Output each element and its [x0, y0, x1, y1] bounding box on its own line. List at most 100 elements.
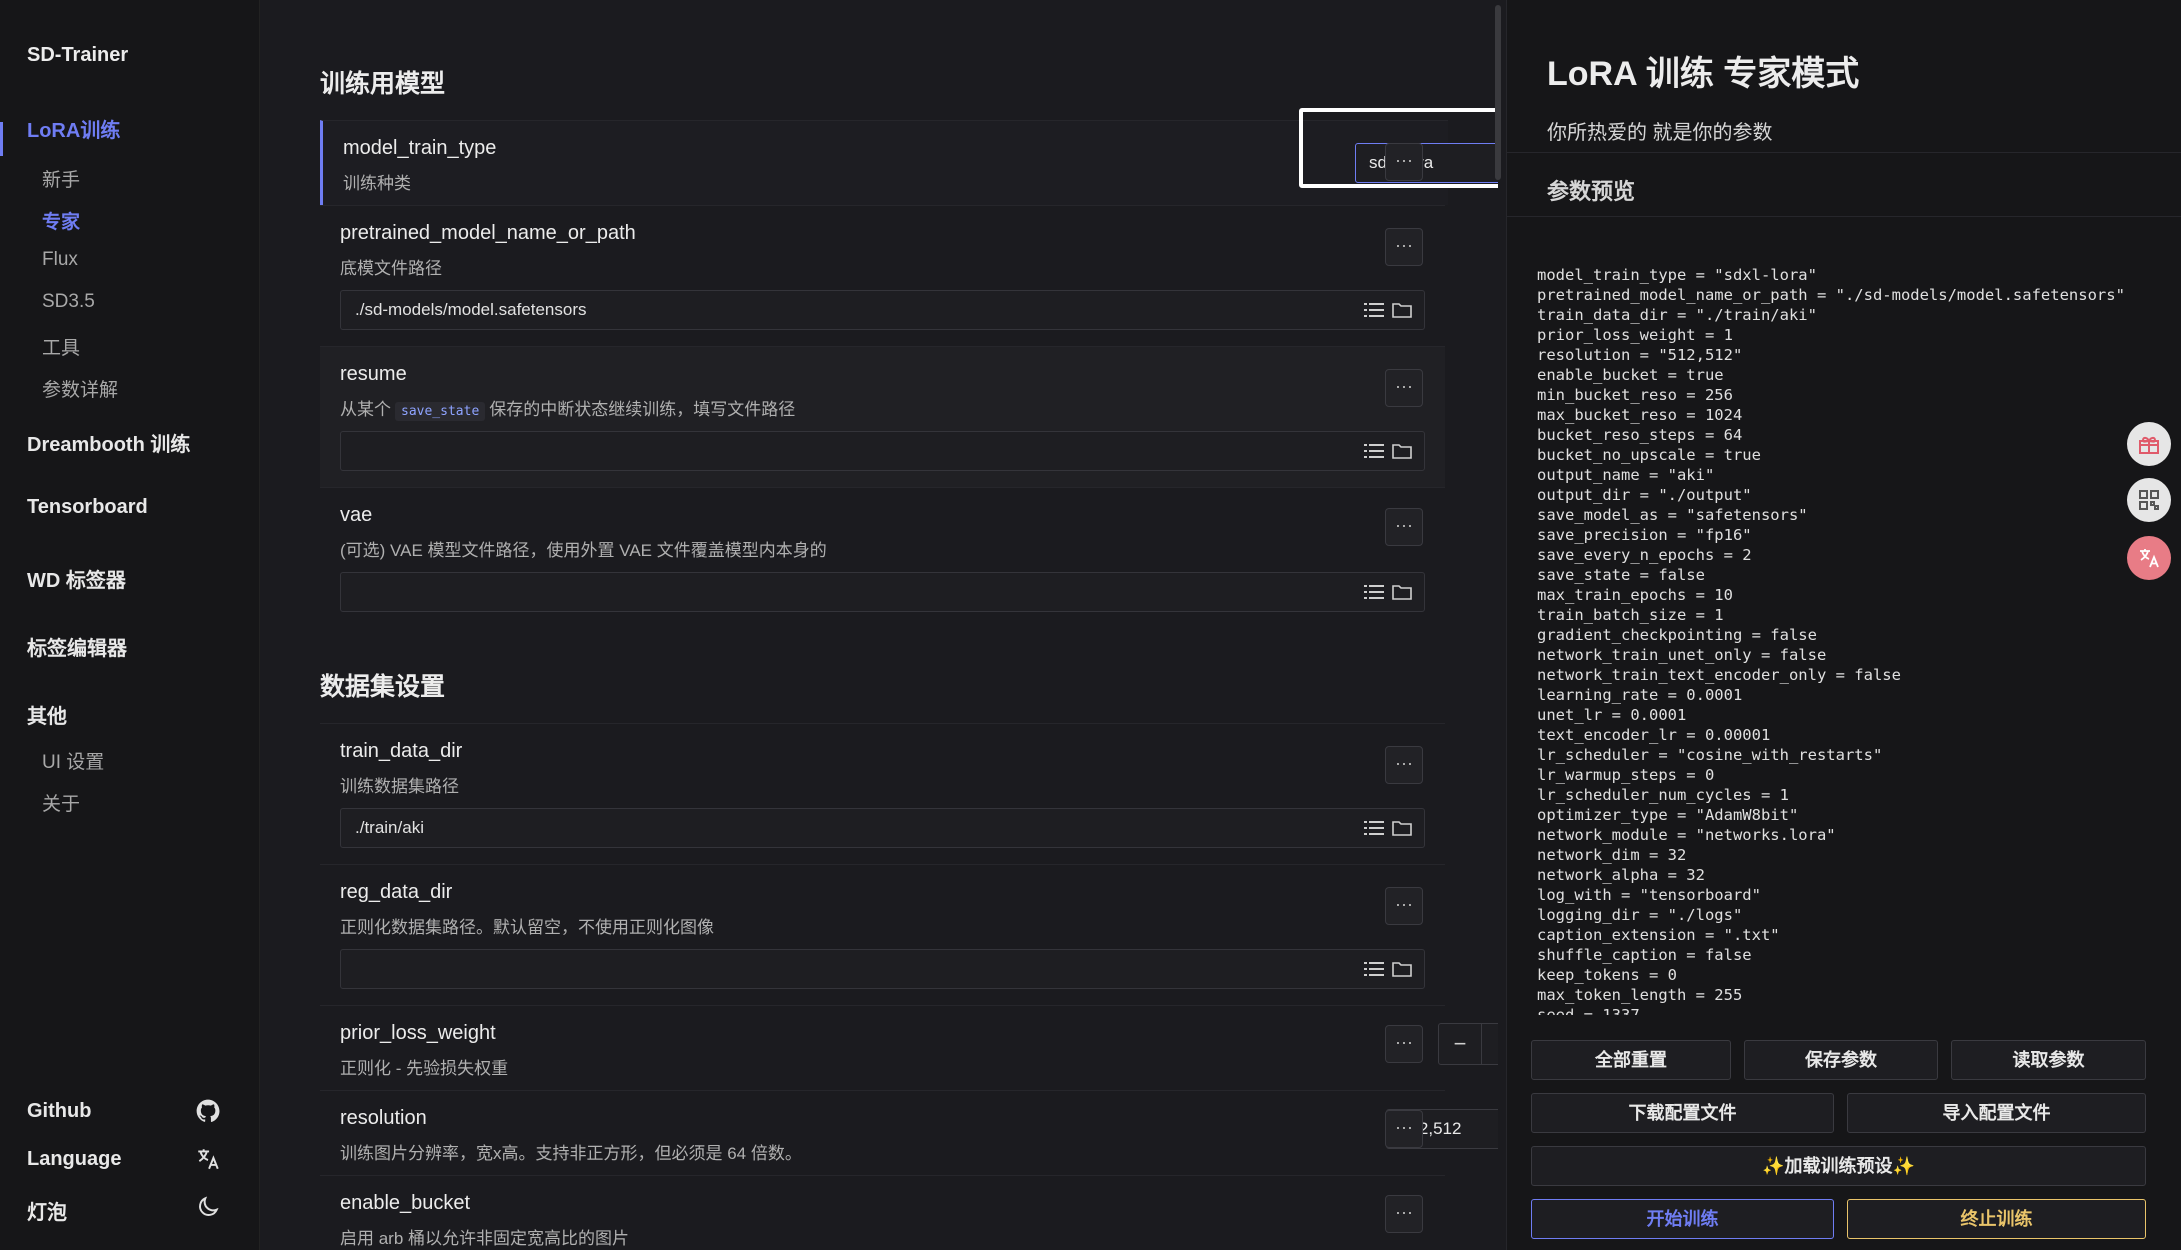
- translate-float-button[interactable]: [2127, 536, 2171, 580]
- stop-training-button[interactable]: 终止训练: [1847, 1199, 2146, 1239]
- code-line: bucket_no_upscale = true: [1537, 446, 1761, 464]
- code-line: lr_warmup_steps = 0: [1537, 766, 1715, 784]
- param-desc: 正则化 - 先验损失权重: [340, 1059, 509, 1078]
- code-line: logging_dir = "./logs": [1537, 906, 1743, 924]
- reg-data-dir-input[interactable]: [340, 949, 1425, 989]
- nav-sub-param-details[interactable]: 参数详解: [0, 366, 259, 408]
- param-name: pretrained_model_name_or_path: [340, 222, 636, 244]
- code-line: lr_scheduler_num_cycles = 1: [1537, 786, 1789, 804]
- more-button[interactable]: ···: [1385, 1025, 1423, 1063]
- params-preview-code[interactable]: model_train_type = "sdxl-lora" pretrained…: [1537, 265, 2157, 1015]
- folder-icon[interactable]: [1392, 960, 1412, 978]
- more-button[interactable]: ···: [1385, 508, 1423, 546]
- param-desc: 训练数据集路径: [340, 777, 459, 796]
- param-desc: 启用 arb 桶以允许非固定宽高比的图片: [340, 1229, 630, 1248]
- param-name: resume: [340, 363, 407, 385]
- nav-wd-tagger[interactable]: WD 标签器: [0, 544, 259, 612]
- nav-sub-sd35[interactable]: SD3.5: [0, 282, 259, 324]
- nav-sub-expert[interactable]: 专家: [0, 198, 259, 240]
- nav-sub-about-label: 关于: [42, 794, 81, 815]
- more-button[interactable]: ···: [1385, 369, 1423, 407]
- folder-icon[interactable]: [1392, 583, 1412, 601]
- code-line: save_model_as = "safetensors": [1537, 506, 1808, 524]
- more-button[interactable]: ···: [1385, 746, 1423, 784]
- translate-icon: [198, 1149, 219, 1170]
- nav-sub-flux-label: Flux: [42, 249, 78, 270]
- list-icon[interactable]: [1364, 819, 1384, 837]
- desc-text: 保存的中断状态继续训练，填写文件路径: [489, 400, 796, 419]
- more-button[interactable]: ···: [1385, 228, 1423, 266]
- list-icon[interactable]: [1364, 583, 1384, 601]
- save-params-button[interactable]: 保存参数: [1744, 1040, 1938, 1080]
- nav-sub-about[interactable]: 关于: [0, 780, 259, 822]
- more-button[interactable]: ···: [1385, 1110, 1423, 1148]
- github-link[interactable]: Github: [0, 1088, 259, 1136]
- github-icon: [196, 1099, 220, 1122]
- translate-icon: [2140, 549, 2159, 568]
- gift-button[interactable]: [2127, 422, 2171, 466]
- code-line: max_bucket_reso = 1024: [1537, 406, 1743, 424]
- nav-dreambooth[interactable]: Dreambooth 训练: [0, 408, 259, 476]
- row-enable-bucket: enable_bucket 启用 arb 桶以允许非固定宽高比的图片: [320, 1175, 1445, 1250]
- code-line: gradient_checkpointing = false: [1537, 626, 1817, 644]
- code-line: train_data_dir = "./train/aki": [1537, 306, 1817, 324]
- list-icon[interactable]: [1364, 301, 1384, 319]
- qrcode-button[interactable]: [2127, 478, 2171, 522]
- nav-tensorboard[interactable]: Tensorboard: [0, 476, 259, 544]
- row-resume: resume 从某个 save_state 保存的中断状态继续训练，填写文件路径: [320, 346, 1445, 487]
- nav-sub-tools[interactable]: 工具: [0, 324, 259, 366]
- resume-path-input[interactable]: [340, 431, 1425, 471]
- download-config-button[interactable]: 下载配置文件: [1531, 1093, 1834, 1133]
- sidebar: SD-Trainer LoRA训练 新手 专家 Flux SD3.5 工具 参数…: [0, 0, 260, 1250]
- language-switch[interactable]: Language: [0, 1136, 259, 1184]
- nav-sub-param-details-label: 参数详解: [42, 380, 119, 401]
- code-line: log_with = "tensorboard": [1537, 886, 1761, 904]
- param-name: reg_data_dir: [340, 881, 453, 903]
- start-training-button[interactable]: 开始训练: [1531, 1199, 1834, 1239]
- code-line: enable_bucket = true: [1537, 366, 1724, 384]
- folder-icon[interactable]: [1392, 442, 1412, 460]
- brand-title[interactable]: SD-Trainer: [27, 44, 128, 67]
- nav-other[interactable]: 其他: [0, 680, 259, 738]
- nav-tag-editor[interactable]: 标签编辑器: [0, 612, 259, 680]
- main-scrollbar[interactable]: [1495, 5, 1501, 180]
- input-value: ./train/aki: [355, 818, 424, 837]
- nav-sub-beginner[interactable]: 新手: [0, 156, 259, 198]
- decrement-button[interactable]: −: [1439, 1024, 1482, 1064]
- param-name: prior_loss_weight: [340, 1022, 496, 1044]
- pretrained-path-input[interactable]: ./sd-models/model.safetensors: [340, 290, 1425, 330]
- vae-path-input[interactable]: [340, 572, 1425, 612]
- load-preset-button[interactable]: ✨加载训练预设✨: [1531, 1146, 2146, 1186]
- folder-icon[interactable]: [1392, 301, 1412, 319]
- train-data-dir-input[interactable]: ./train/aki: [340, 808, 1425, 848]
- code-line: network_alpha = 32: [1537, 866, 1705, 884]
- load-params-button[interactable]: 读取参数: [1951, 1040, 2146, 1080]
- list-icon[interactable]: [1364, 960, 1384, 978]
- code-line: unet_lr = 0.0001: [1537, 706, 1687, 724]
- code-line: min_bucket_reso = 256: [1537, 386, 1733, 404]
- theme-toggle[interactable]: 灯泡: [0, 1184, 259, 1232]
- code-line: optimizer_type = "AdamW8bit": [1537, 806, 1799, 824]
- desc-text: 从某个: [340, 400, 391, 419]
- more-button[interactable]: ···: [1385, 887, 1423, 925]
- more-button[interactable]: ···: [1385, 1195, 1423, 1233]
- reset-all-button[interactable]: 全部重置: [1531, 1040, 1731, 1080]
- stepper-value[interactable]: 1: [1481, 1034, 1498, 1054]
- param-desc: 底模文件路径: [340, 259, 442, 278]
- code-line: lr_scheduler = "cosine_with_restarts": [1537, 746, 1883, 764]
- code-line: prior_loss_weight = 1: [1537, 326, 1733, 344]
- preview-title: 参数预览: [1547, 179, 1636, 204]
- code-line: output_name = "aki": [1537, 466, 1715, 484]
- import-config-button[interactable]: 导入配置文件: [1847, 1093, 2146, 1133]
- moon-icon: [199, 1196, 219, 1216]
- code-line: save_every_n_epochs = 2: [1537, 546, 1752, 564]
- nav-sub-ui-settings[interactable]: UI 设置: [0, 738, 259, 780]
- nav-sub-tools-label: 工具: [42, 338, 81, 359]
- highlight-box: [1299, 108, 1498, 188]
- list-icon[interactable]: [1364, 442, 1384, 460]
- folder-icon[interactable]: [1392, 819, 1412, 837]
- code-line: text_encoder_lr = 0.00001: [1537, 726, 1771, 744]
- section-title-dataset: 数据集设置: [320, 673, 446, 701]
- nav-sub-flux[interactable]: Flux: [0, 240, 259, 282]
- param-name: model_train_type: [343, 137, 497, 159]
